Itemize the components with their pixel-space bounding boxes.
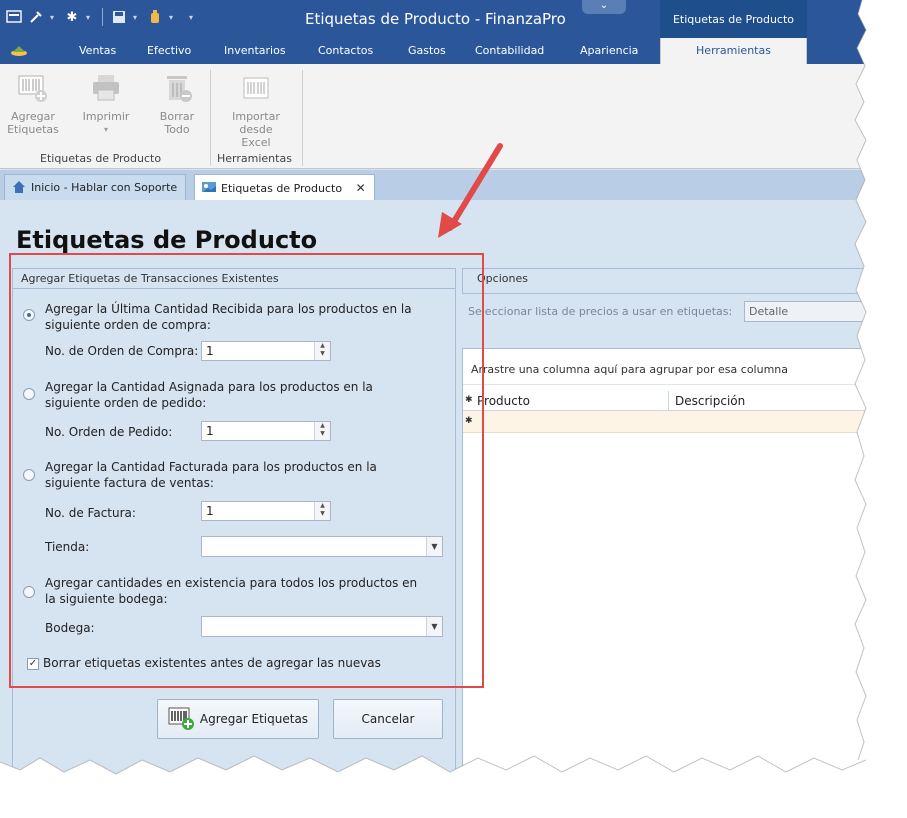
column-divider: [668, 391, 669, 411]
trash-icon: [161, 72, 193, 104]
customize-toolbar-icon[interactable]: ▾: [189, 13, 197, 22]
chevron-down-icon: ▾: [103, 125, 108, 134]
barcode-add-icon: [17, 72, 49, 104]
doc-tab-home[interactable]: Inicio - Hablar con Soporte: [4, 174, 187, 200]
group-divider: [210, 70, 211, 166]
clear-all-ribbon-button[interactable]: Borrar Todo: [146, 72, 208, 136]
highlight-box: [9, 253, 484, 688]
tab-contabilidad[interactable]: Contabilidad: [475, 44, 544, 57]
import-excel-icon: [240, 72, 272, 104]
ribbon: Agregar Etiquetas Imprimir ▾ Borrar Todo…: [0, 64, 870, 169]
home-tab-icon[interactable]: [10, 43, 27, 57]
labels-tab-icon: [201, 180, 217, 194]
chevron-down-icon[interactable]: ⌄: [582, 0, 626, 14]
quick-access-toolbar: ▾ ✱ ▾ ▾ ▾ ▾: [6, 8, 197, 26]
clear-all-label: Borrar Todo: [159, 110, 195, 136]
tab-efectivo[interactable]: Efectivo: [147, 44, 191, 57]
app-window: ▾ ✱ ▾ ▾ ▾ ▾ Etiquetas de Producto - Fina…: [0, 0, 870, 778]
arrow-icon: [438, 143, 503, 238]
price-list-select[interactable]: Detalle: [744, 301, 870, 322]
group-by-area[interactable]: Arrastre una columna aquí para agrupar p…: [463, 349, 870, 385]
add-labels-button-label: Agregar Etiquetas: [199, 712, 309, 726]
group-label-tools: Herramientas: [217, 152, 292, 165]
tab-gastos[interactable]: Gastos: [408, 44, 446, 57]
ribbon-tab-row: Ventas Efectivo Inventarios Contactos Ga…: [0, 38, 870, 64]
window-title: Etiquetas de Producto - FinanzaPro: [305, 10, 566, 28]
import-excel-ribbon-button[interactable]: Importar desde Excel: [214, 72, 298, 149]
save-icon[interactable]: [111, 9, 127, 25]
document-tab-strip: Inicio - Hablar con Soporte Etiquetas de…: [0, 170, 870, 200]
barcode-add-icon: [168, 706, 194, 733]
import-excel-label: Importar desde Excel: [232, 110, 280, 149]
print-label: Imprimir: [82, 110, 130, 123]
group-label-product-labels: Etiquetas de Producto: [40, 152, 162, 165]
page-title: Etiquetas de Producto: [16, 226, 318, 254]
add-labels-label: Agregar Etiquetas: [7, 110, 59, 136]
doc-tab-labels[interactable]: Etiquetas de Producto ✕: [194, 174, 375, 200]
printer-icon: [90, 72, 122, 104]
app-menu-icon[interactable]: [6, 9, 22, 25]
tab-apariencia[interactable]: Apariencia: [580, 44, 638, 57]
tab-herramientas[interactable]: Herramientas: [660, 38, 807, 64]
close-icon[interactable]: ✕: [356, 181, 366, 195]
price-list-label: Seleccionar lista de precios a usar en e…: [468, 305, 733, 318]
print-ribbon-button[interactable]: Imprimir ▾: [66, 72, 146, 136]
gear-icon[interactable]: ✱: [64, 9, 80, 25]
tab-ventas[interactable]: Ventas: [79, 44, 116, 57]
labels-grid: Arrastre una columna aquí para agrupar p…: [462, 348, 870, 778]
tab-contactos[interactable]: Contactos: [318, 44, 373, 57]
chevron-down-icon[interactable]: ▾: [50, 13, 58, 22]
tools-icon[interactable]: [28, 9, 44, 25]
doc-tab-home-label: Inicio - Hablar con Soporte: [31, 181, 178, 194]
column-header-product[interactable]: Producto: [477, 394, 667, 408]
column-header-description[interactable]: Descripción: [675, 394, 745, 408]
chevron-down-icon[interactable]: ▾: [133, 13, 141, 22]
grid-header-row: ✱ Producto Descripción: [463, 391, 870, 411]
options-header: Opciones: [477, 272, 528, 285]
add-labels-button[interactable]: Agregar Etiquetas: [157, 699, 319, 739]
new-row[interactable]: ✱: [463, 411, 870, 433]
tab-inventarios[interactable]: Inventarios: [224, 44, 286, 57]
toolbar-divider: [102, 8, 103, 26]
group-divider: [302, 70, 303, 166]
hand-icon[interactable]: [147, 9, 163, 25]
cancel-button-label: Cancelar: [361, 712, 415, 726]
context-tab-header: Etiquetas de Producto: [660, 0, 807, 38]
chevron-down-icon[interactable]: ▾: [169, 13, 177, 22]
add-labels-ribbon-button[interactable]: Agregar Etiquetas: [2, 72, 64, 136]
chevron-down-icon[interactable]: ▾: [86, 13, 94, 22]
house-icon: [11, 180, 27, 194]
title-bar: ▾ ✱ ▾ ▾ ▾ ▾ Etiquetas de Producto - Fina…: [0, 0, 870, 38]
options-panel: Opciones: [462, 268, 870, 294]
doc-tab-labels-label: Etiquetas de Producto: [221, 182, 343, 195]
cancel-button[interactable]: Cancelar: [333, 699, 443, 739]
